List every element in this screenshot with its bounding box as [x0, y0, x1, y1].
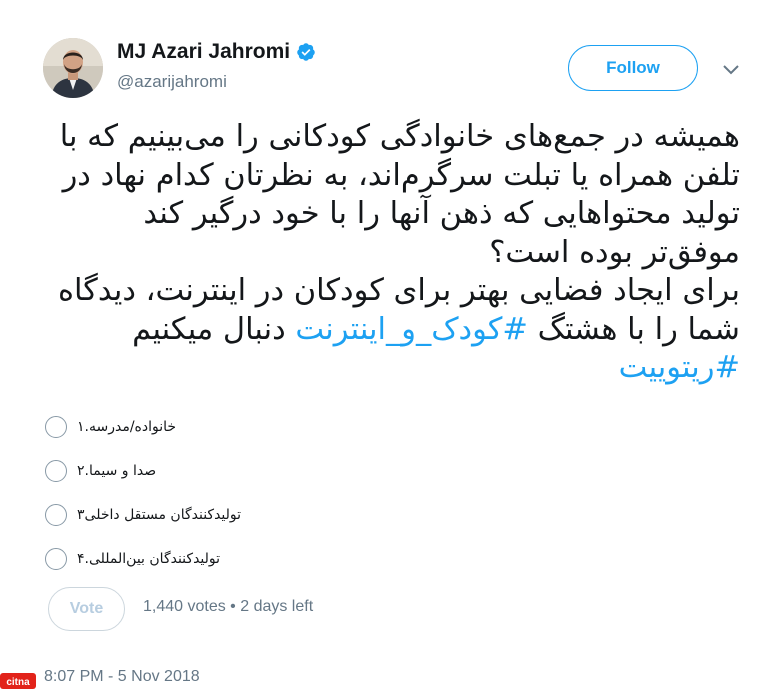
poll-option-label: صدا و سیما.۲: [77, 463, 157, 479]
tweet-paragraph-1: همیشه در جمع‌های خانوادگی کودکانی را می‌…: [59, 119, 740, 270]
poll-meta: 1,440 votes • 2 days left: [143, 598, 314, 615]
tweet-timestamp[interactable]: 8:07 PM - 5 Nov 2018: [44, 668, 200, 686]
poll-option[interactable]: تولیدکنندگان بین‌المللی.۴: [45, 544, 220, 574]
author-handle[interactable]: @azarijahromi: [117, 72, 227, 92]
avatar[interactable]: [43, 38, 103, 98]
poll-option-label: تولیدکنندگان مستقل داخلی۳: [77, 507, 242, 523]
poll-option[interactable]: صدا و سیما.۲: [45, 456, 156, 486]
poll-option[interactable]: تولیدکنندگان مستقل داخلی۳: [45, 500, 241, 530]
verified-badge-icon: [297, 43, 315, 61]
poll-radio[interactable]: [45, 460, 67, 482]
author-name-text[interactable]: MJ Azari Jahromi: [117, 40, 290, 64]
poll-option[interactable]: خانواده/مدرسه.۱: [45, 412, 176, 442]
chevron-down-icon[interactable]: [722, 62, 740, 76]
poll-radio[interactable]: [45, 504, 67, 526]
poll-radio[interactable]: [45, 548, 67, 570]
hashtag-link-2[interactable]: #ریتوییت: [619, 350, 740, 385]
poll-option-label: تولیدکنندگان بین‌المللی.۴: [77, 551, 221, 567]
citna-logo: citna: [0, 673, 36, 689]
svg-text:citna: citna: [6, 677, 30, 688]
poll-radio[interactable]: [45, 416, 67, 438]
poll-option-label: خانواده/مدرسه.۱: [77, 419, 177, 435]
hashtag-link-1[interactable]: #کودک_و_اینترنت: [295, 312, 528, 347]
tweet-card: MJ Azari Jahromi @azarijahromi Follow هم…: [0, 0, 780, 693]
author-name[interactable]: MJ Azari Jahromi: [117, 40, 316, 64]
avatar-image: [43, 38, 103, 98]
follow-button[interactable]: Follow: [568, 45, 698, 91]
vote-button[interactable]: Vote: [48, 587, 125, 631]
tweet-paragraph-3: دنبال میکنیم: [132, 311, 286, 347]
tweet-text: همیشه در جمع‌های خانوادگی کودکانی را می‌…: [40, 118, 740, 388]
